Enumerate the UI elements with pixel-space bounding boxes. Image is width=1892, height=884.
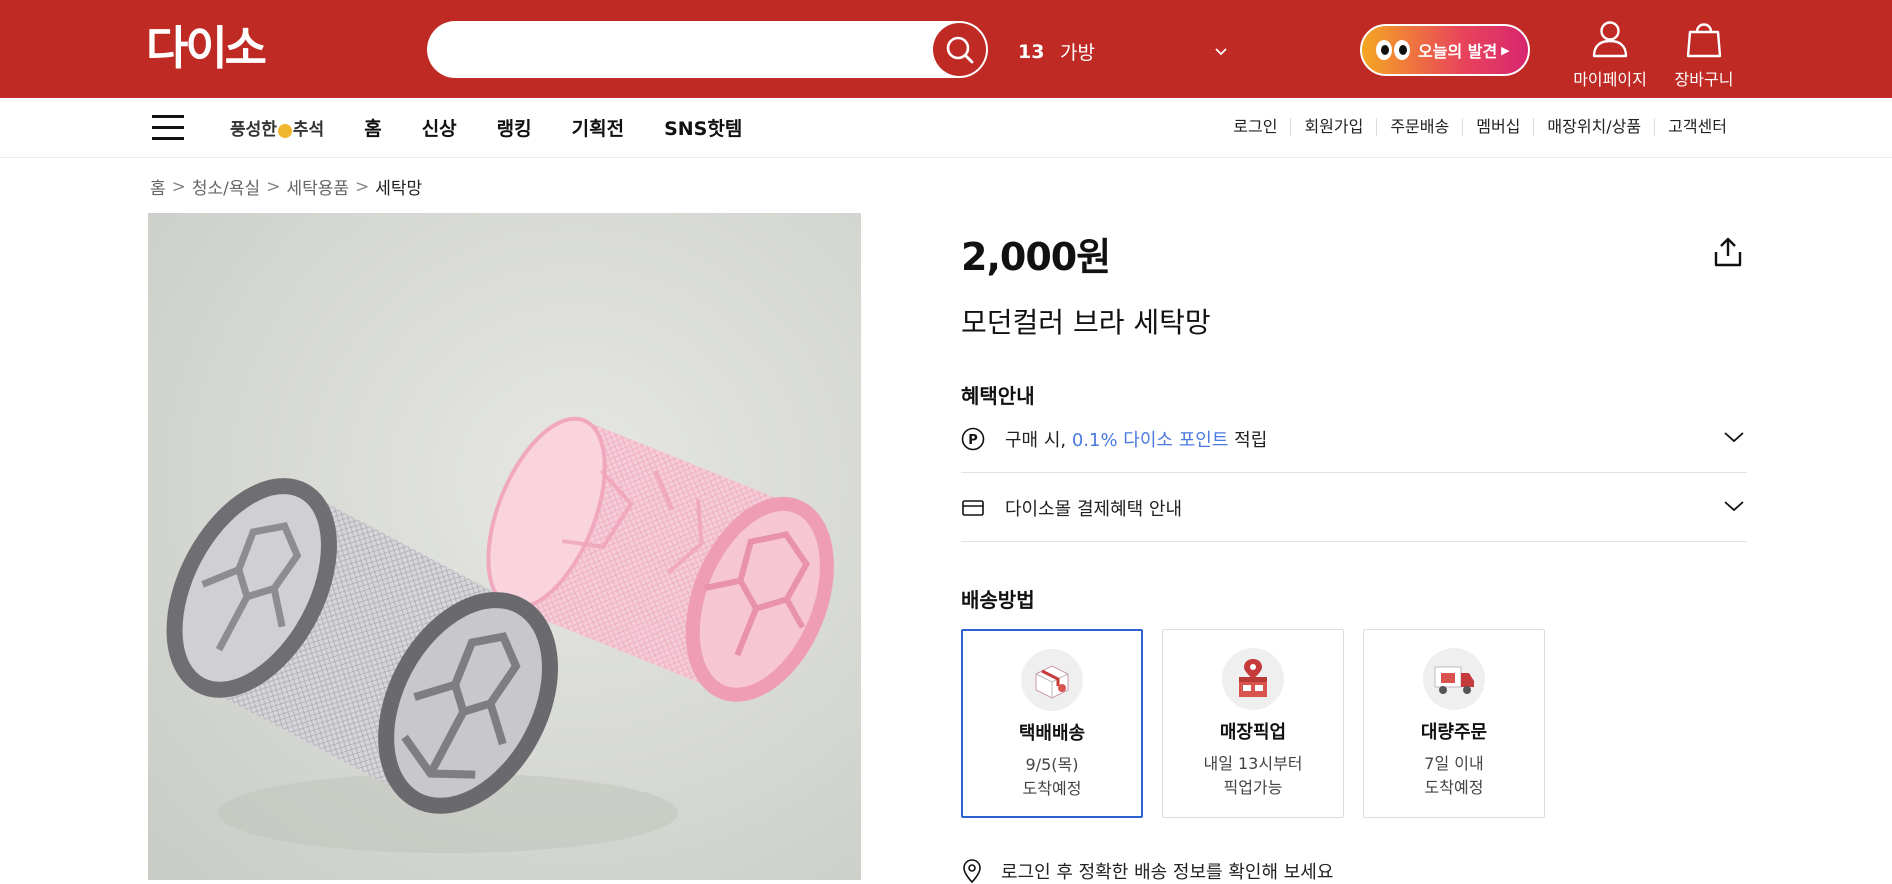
payment-benefit-text: 다이소몰 결제혜택 안내 <box>1005 498 1183 520</box>
nav-item-exhibition[interactable]: 기획전 <box>572 114 624 141</box>
cart-button[interactable]: 장바구니 <box>1659 18 1749 90</box>
shipping-option-date: 9/5(목) <box>1025 755 1079 774</box>
breadcrumb: 홈 > 청소/욕실 > 세탁용품 > 세탁망 <box>150 174 423 200</box>
order-delivery-link[interactable]: 주문배송 <box>1376 118 1462 136</box>
shopping-bag-icon <box>1686 23 1722 58</box>
chuseok-promo-link[interactable]: 풍성한 추석 <box>230 115 324 140</box>
laundry-net-illustration <box>166 416 834 853</box>
search-input[interactable] <box>451 33 891 66</box>
point-icon: P <box>961 427 985 451</box>
breadcrumb-current: 세탁망 <box>375 179 423 199</box>
shipping-option-store-pickup[interactable]: 매장픽업 내일 13시부터 픽업가능 <box>1162 629 1344 818</box>
login-notice-text: 로그인 후 정확한 배송 정보를 확인해 보세요 <box>1001 862 1334 883</box>
shipping-login-notice[interactable]: 로그인 후 정확한 배송 정보를 확인해 보세요 <box>961 858 1333 884</box>
share-icon <box>1714 237 1742 267</box>
chevron-right-icon: > <box>266 176 281 197</box>
mypage-label: 마이페이지 <box>1573 70 1647 89</box>
customer-center-link[interactable]: 고객센터 <box>1654 118 1740 136</box>
shipping-option-title: 택배배송 <box>1018 723 1086 744</box>
payment-benefit-row[interactable]: 다이소몰 결제혜택 안내 <box>961 474 1747 542</box>
point-suffix: 적립 <box>1228 429 1268 451</box>
shipping-option-date: 내일 13시부터 <box>1203 754 1303 773</box>
search-bar <box>427 21 988 78</box>
promo-text-left: 풍성한 <box>230 120 277 140</box>
point-benefit-text: 구매 시, 0.1% 다이소 포인트 적립 <box>1005 426 1723 452</box>
menu-icon[interactable] <box>152 115 184 141</box>
share-button[interactable] <box>1712 236 1744 272</box>
shipping-option-date: 7일 이내 <box>1424 754 1484 773</box>
popular-keyword-ticker[interactable]: 13 가방 <box>1018 38 1232 65</box>
rank-keyword[interactable]: 가방 <box>1060 38 1210 65</box>
product-image[interactable] <box>148 213 861 880</box>
svg-text:P: P <box>968 433 978 448</box>
shipping-option-status: 도착예정 <box>1022 779 1082 798</box>
top-header: 다이소 13 가방 오늘의 발견 ▶ 마이페이지 장바구니 <box>0 0 1892 98</box>
moon-icon <box>277 123 292 138</box>
mypage-button[interactable]: 마이페이지 <box>1565 18 1655 90</box>
membership-link[interactable]: 멤버십 <box>1462 118 1533 136</box>
shipping-option-bulk-order[interactable]: 대량주문 7일 이내 도착예정 <box>1363 629 1545 818</box>
store-pin-icon <box>1222 648 1284 710</box>
delivery-box-icon <box>1021 649 1083 711</box>
card-icon <box>961 498 985 518</box>
breadcrumb-item[interactable]: 세탁용품 <box>286 174 349 199</box>
search-icon <box>946 36 973 63</box>
location-pin-icon <box>963 859 981 883</box>
login-link[interactable]: 로그인 <box>1220 118 1290 136</box>
promo-text-right: 추석 <box>292 120 325 140</box>
main-nav: 풍성한 추석 홈 신상 랭킹 기획전 SNS핫템 로그인 회원가입 주문배송 멤버… <box>0 98 1892 158</box>
search-button[interactable] <box>933 23 986 76</box>
rank-number: 13 <box>1018 40 1045 63</box>
chevron-down-icon[interactable] <box>1723 498 1747 517</box>
product-name: 모던컬러 브라 세탁망 <box>961 306 1211 339</box>
point-highlight: 0.1% 다이소 포인트 <box>1071 429 1229 451</box>
shipping-option-status: 픽업가능 <box>1223 778 1283 797</box>
shipping-section-title: 배송방법 <box>961 588 1035 612</box>
breadcrumb-item[interactable]: 청소/욕실 <box>192 174 260 199</box>
nav-item-sns-hot[interactable]: SNS핫템 <box>664 114 742 141</box>
chevron-right-icon: > <box>171 176 186 197</box>
breadcrumb-item[interactable]: 홈 <box>150 174 166 199</box>
shipping-option-status: 도착예정 <box>1424 778 1484 797</box>
point-benefit-row[interactable]: P 구매 시, 0.1% 다이소 포인트 적립 <box>961 405 1747 473</box>
truck-icon <box>1423 648 1485 710</box>
chevron-down-icon[interactable] <box>1723 429 1747 448</box>
eyes-icon <box>1376 40 1412 60</box>
store-location-link[interactable]: 매장위치/상품 <box>1533 118 1654 136</box>
product-price: 2,000원 <box>961 235 1111 279</box>
nav-item-ranking[interactable]: 랭킹 <box>497 114 532 141</box>
play-triangle-icon: ▶ <box>1501 43 1510 57</box>
shipping-option-title: 매장픽업 <box>1219 722 1287 743</box>
point-prefix: 구매 시, <box>1005 429 1072 451</box>
nav-main-menu: 풍성한 추석 홈 신상 랭킹 기획전 SNS핫템 <box>230 114 782 141</box>
shipping-option-title: 대량주문 <box>1420 722 1488 743</box>
today-discovery-label: 오늘의 발견 <box>1418 42 1498 61</box>
nav-item-new[interactable]: 신상 <box>422 114 457 141</box>
signup-link[interactable]: 회원가입 <box>1290 118 1376 136</box>
utility-links: 로그인 회원가입 주문배송 멤버십 매장위치/상품 고객센터 <box>1220 118 1740 136</box>
chevron-down-icon[interactable] <box>1210 41 1232 63</box>
cart-label: 장바구니 <box>1674 70 1734 89</box>
user-icon <box>1592 21 1628 58</box>
nav-item-home[interactable]: 홈 <box>364 114 381 141</box>
shipping-option-parcel[interactable]: 택배배송 9/5(목) 도착예정 <box>961 629 1143 818</box>
daiso-logo[interactable]: 다이소 <box>146 24 267 72</box>
chevron-right-icon: > <box>355 176 370 197</box>
today-discovery-button[interactable]: 오늘의 발견 ▶ <box>1360 24 1530 76</box>
